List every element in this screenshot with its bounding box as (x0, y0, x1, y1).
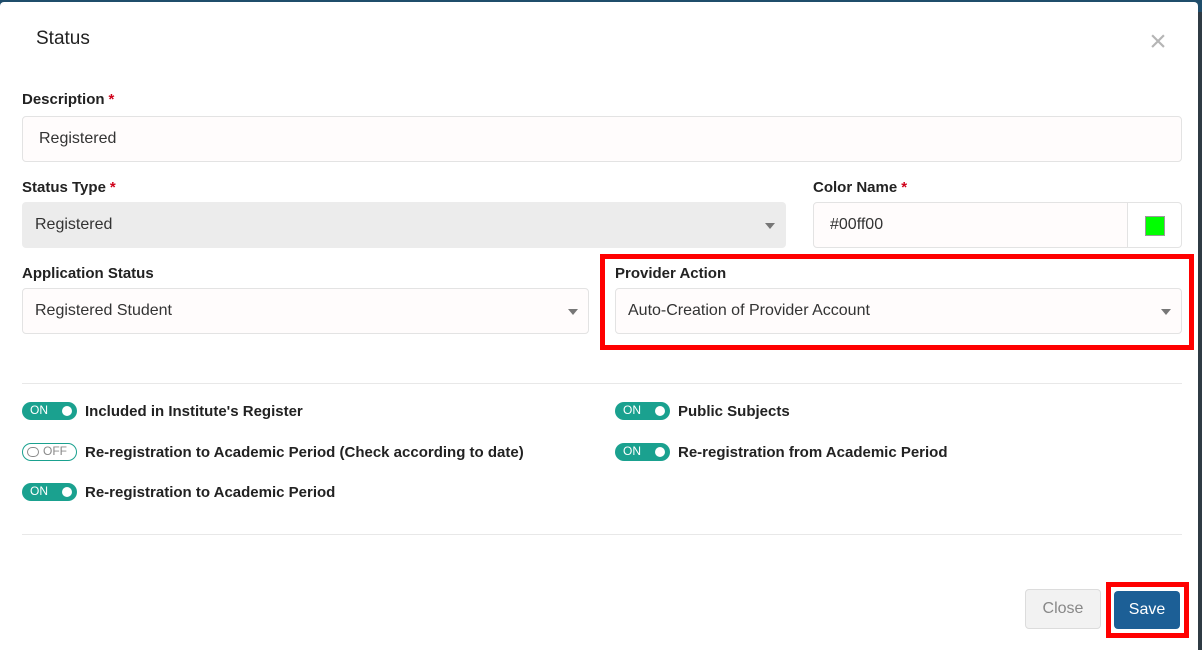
public-subjects-toggle[interactable]: ON (615, 402, 670, 420)
divider (22, 383, 1182, 384)
chevron-down-icon (568, 309, 578, 315)
toggle-row-included-register: ON Included in Institute's Register (22, 402, 303, 420)
description-label-text: Description (22, 91, 105, 108)
provider-action-select[interactable]: Auto-Creation of Provider Account (615, 288, 1182, 334)
required-mark: * (108, 91, 115, 108)
description-value: Registered (39, 130, 117, 147)
application-status-value: Registered Student (35, 302, 172, 319)
status-type-select[interactable]: Registered (22, 202, 786, 248)
divider (22, 534, 1182, 535)
toggle-label: Public Subjects (678, 402, 790, 420)
color-name-label: Color Name * (813, 179, 907, 196)
toggle-row-public-subjects: ON Public Subjects (615, 402, 790, 420)
included-register-toggle[interactable]: ON (22, 402, 77, 420)
chevron-down-icon (765, 223, 775, 229)
toggle-row-rereg-to: ON Re-registration to Academic Period (22, 483, 335, 501)
toggle-state: ON (623, 444, 641, 458)
status-dialog: Status × Description * Registered Status … (0, 2, 1198, 650)
toggle-row-rereg-from: ON Re-registration from Academic Period (615, 443, 948, 461)
toggle-label: Re-registration to Academic Period (Chec… (85, 443, 524, 461)
toggle-label: Re-registration to Academic Period (85, 483, 336, 501)
description-label: Description * (22, 91, 114, 108)
required-mark: * (109, 179, 116, 196)
dialog-title: Status (36, 28, 90, 49)
chevron-down-icon (1161, 309, 1171, 315)
rereg-from-toggle[interactable]: ON (615, 443, 670, 461)
status-type-label: Status Type * (22, 179, 116, 196)
provider-action-value: Auto-Creation of Provider Account (628, 302, 870, 319)
toggle-state: ON (623, 403, 641, 417)
toggle-knob (655, 406, 665, 416)
close-x-icon[interactable]: × (1144, 27, 1172, 57)
color-name-value: #00ff00 (830, 216, 884, 233)
toggle-state: ON (30, 484, 48, 498)
rereg-to-check-date-toggle[interactable]: OFF (22, 443, 77, 461)
application-status-select[interactable]: Registered Student (22, 288, 589, 334)
toggle-knob (62, 487, 72, 497)
toggle-knob (27, 447, 39, 457)
status-type-value: Registered (35, 216, 113, 233)
toggle-knob (655, 447, 665, 457)
toggle-knob (62, 406, 72, 416)
required-mark: * (901, 179, 908, 196)
toggle-label: Re-registration from Academic Period (678, 443, 948, 461)
color-name-label-text: Color Name (813, 179, 898, 196)
toggle-label: Included in Institute's Register (85, 402, 303, 420)
toggle-row-rereg-to-check-date: OFF Re-registration to Academic Period (… (22, 443, 524, 461)
status-type-label-text: Status Type (22, 179, 106, 196)
rereg-to-toggle[interactable]: ON (22, 483, 77, 501)
color-name-input[interactable]: #00ff00 (813, 202, 1128, 248)
color-picker-button[interactable] (1128, 202, 1182, 248)
provider-action-label: Provider Action (615, 265, 727, 282)
description-input[interactable]: Registered (22, 116, 1182, 162)
save-button[interactable]: Save (1114, 591, 1180, 629)
toggle-state: ON (30, 403, 48, 417)
color-swatch (1145, 216, 1165, 236)
toggle-state: OFF (43, 444, 67, 458)
close-button[interactable]: Close (1025, 589, 1101, 629)
application-status-label: Application Status (22, 265, 154, 282)
